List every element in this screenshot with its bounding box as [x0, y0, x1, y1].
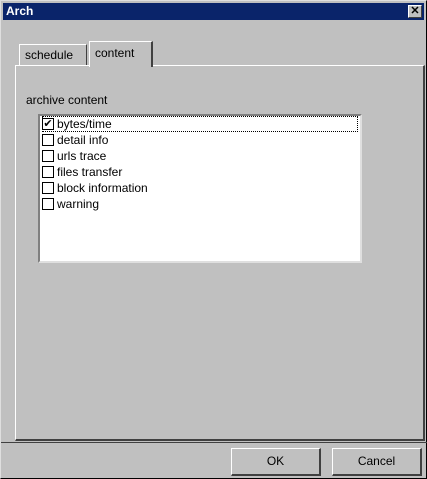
window-title: Arch — [6, 4, 34, 18]
list-item[interactable]: warning — [42, 196, 358, 212]
list-item[interactable]: ✔ bytes/time — [42, 116, 358, 132]
list-item[interactable]: detail info — [42, 132, 358, 148]
tab-content-label: content — [95, 46, 135, 60]
checkbox[interactable] — [42, 182, 54, 194]
list-item[interactable]: urls trace — [42, 148, 358, 164]
tab-schedule-label: schedule — [25, 48, 74, 62]
list-item-label: urls trace — [57, 149, 107, 163]
list-item-label: files transfer — [57, 165, 123, 179]
archive-content-list[interactable]: ✔ bytes/time detail info urls trace file… — [38, 114, 362, 263]
dialog-window: Arch ✕ schedule content archive content … — [0, 0, 427, 479]
checkbox[interactable] — [42, 150, 54, 162]
checkbox[interactable] — [42, 134, 54, 146]
checkbox[interactable] — [42, 166, 54, 178]
checkbox[interactable]: ✔ — [42, 118, 54, 130]
tab-schedule[interactable]: schedule — [19, 44, 87, 66]
list-item-label: detail info — [57, 133, 109, 147]
list-item[interactable]: block information — [42, 180, 358, 196]
ok-button[interactable]: OK — [231, 448, 321, 476]
list-item-label: warning — [57, 197, 100, 211]
checkbox[interactable] — [42, 198, 54, 210]
tab-content[interactable]: content — [89, 41, 153, 67]
close-button[interactable]: ✕ — [408, 5, 422, 18]
section-label: archive content — [26, 93, 108, 107]
list-item[interactable]: files transfer — [42, 164, 358, 180]
divider — [1, 442, 427, 443]
close-icon: ✕ — [410, 5, 420, 17]
list-item-label: bytes/time — [57, 117, 112, 131]
cancel-button[interactable]: Cancel — [332, 448, 422, 476]
title-bar[interactable]: Arch ✕ — [3, 3, 424, 20]
list-item-label: block information — [57, 181, 148, 195]
